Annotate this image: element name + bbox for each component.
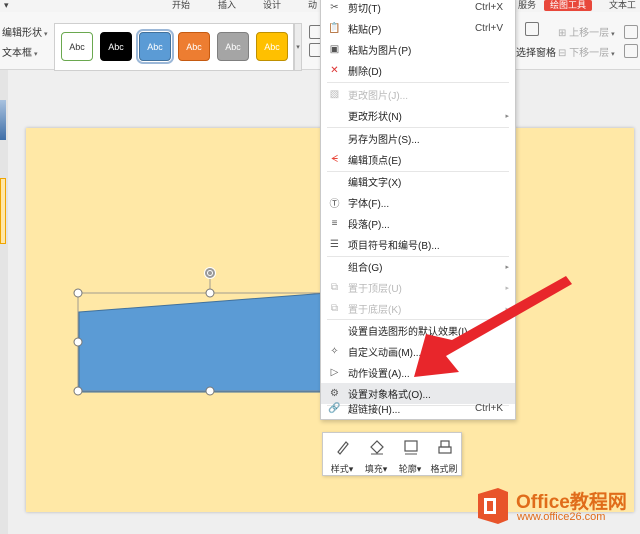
pen-icon <box>337 441 349 455</box>
paste-icon: 📋 <box>328 23 341 34</box>
mini-fill-button[interactable]: 填充▾ <box>359 435 393 475</box>
watermark-title: Office教程网 <box>516 492 627 513</box>
mini-format-painter-button[interactable]: 格式刷 <box>427 435 461 475</box>
menu-item-edit-points[interactable]: ᗕ 编辑顶点(E) <box>321 149 515 170</box>
mini-style-button[interactable]: 样式▾ <box>325 435 359 475</box>
menu-item-font[interactable]: Ⓣ 字体(F)... <box>321 192 515 213</box>
mini-toolbar: 样式▾ 填充▾ 轮廓▾ 格式刷 <box>322 432 462 476</box>
bring-front-icon: ⧉ <box>330 282 339 293</box>
menu-item-set-default-effect[interactable]: 设置自选图形的默认效果(I) <box>321 320 515 341</box>
outline-icon <box>404 440 418 455</box>
resize-handle-top[interactable] <box>205 288 215 298</box>
paragraph-icon: ≡ <box>331 218 338 229</box>
menu-item-custom-animation[interactable]: ✧ 自定义动画(M)... <box>321 341 515 362</box>
menu-item-change-image[interactable]: ▧ 更改图片(J)... <box>321 84 515 105</box>
resize-handle-bottom[interactable] <box>205 386 215 396</box>
edit-points-icon: ᗕ <box>330 154 339 165</box>
action-icon: ▷ <box>330 367 339 378</box>
trapezoid-shape[interactable] <box>78 291 341 393</box>
menu-item-delete[interactable]: ✕ 删除(D) <box>321 60 515 81</box>
menu-item-group[interactable]: 组合(G) ▸ <box>321 256 515 277</box>
menu-item-bring-to-front[interactable]: ⧉ 置于顶层(U) ▸ <box>321 277 515 298</box>
office-logo-icon <box>478 488 508 524</box>
submenu-arrow-icon: ▸ <box>505 263 509 271</box>
menu-item-save-as-image[interactable]: 另存为图片(S)... <box>321 128 515 149</box>
paint-bucket-icon <box>370 440 384 455</box>
delete-x-icon: ✕ <box>330 65 339 76</box>
submenu-arrow-icon: ▸ <box>505 112 509 120</box>
format-painter-icon <box>438 440 452 454</box>
watermark-url: www.office26.com <box>517 511 606 523</box>
menu-item-hyperlink[interactable]: 🔗 超链接(H)... Ctrl+K <box>321 398 515 419</box>
context-menu: ✂ 剪切(T) Ctrl+X 📋 粘贴(P) Ctrl+V ▣ 粘贴为图片(P)… <box>320 0 516 420</box>
menu-item-paste[interactable]: 📋 粘贴(P) Ctrl+V <box>321 18 515 39</box>
paste-image-icon: ▣ <box>329 44 340 55</box>
send-back-icon: ⧉ <box>330 303 339 314</box>
watermark: Office教程网 www.office26.com <box>474 484 634 530</box>
menu-item-bullets-numbering[interactable]: ☰ 项目符号和编号(B)... <box>321 234 515 255</box>
scissors-icon: ✂ <box>330 2 339 13</box>
menu-item-edit-text[interactable]: 编辑文字(X) <box>321 171 515 192</box>
font-icon: Ⓣ <box>329 199 340 210</box>
rotate-handle[interactable] <box>204 267 216 279</box>
menu-item-change-shape[interactable]: 更改形状(N) ▸ <box>321 105 515 126</box>
hyperlink-icon: 🔗 <box>328 403 341 414</box>
animation-icon: ✧ <box>330 346 339 357</box>
menu-item-paragraph[interactable]: ≡ 段落(P)... <box>321 213 515 234</box>
resize-handle-left[interactable] <box>73 337 83 347</box>
menu-item-cut[interactable]: ✂ 剪切(T) Ctrl+X <box>321 0 515 18</box>
menu-item-send-to-back[interactable]: ⧉ 置于底层(K) ▸ <box>321 298 515 319</box>
bullets-icon: ☰ <box>330 239 339 250</box>
menu-item-paste-as-image[interactable]: ▣ 粘贴为图片(P) <box>321 39 515 60</box>
mini-outline-button[interactable]: 轮廓▾ <box>393 435 427 475</box>
resize-handle-top-left[interactable] <box>73 288 83 298</box>
image-icon: ▧ <box>329 89 340 100</box>
menu-item-action-settings[interactable]: ▷ 动作设置(A)... <box>321 362 515 383</box>
resize-handle-bottom-left[interactable] <box>73 386 83 396</box>
